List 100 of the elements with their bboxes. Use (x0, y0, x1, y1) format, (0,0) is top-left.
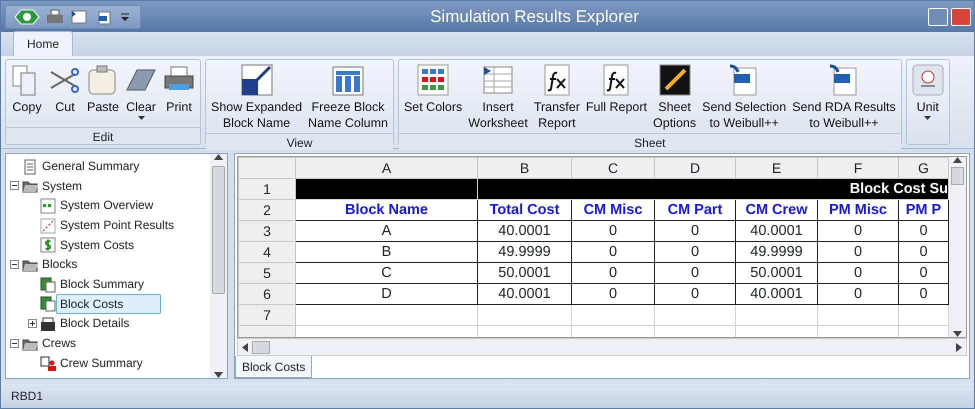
column-header: F (818, 158, 898, 178)
ribbon-button[interactable]: Send Selection to Weibull++ (699, 62, 790, 133)
table-header: Block Name (296, 200, 478, 220)
tree-item[interactable]: Crew Summary (56, 352, 147, 373)
tree-item[interactable]: Crews (38, 333, 80, 354)
table-cell: 50.0001 (478, 262, 572, 284)
ribbon-button[interactable]: Send RDA Results to Weibull++ (789, 62, 899, 133)
table-cell: 0 (654, 220, 736, 242)
collapse-icon[interactable] (10, 338, 19, 348)
sheet-tab[interactable]: Block Costs (235, 356, 312, 378)
ribbon-button[interactable]: Print (160, 62, 198, 117)
worksheet-icon[interactable] (70, 8, 88, 24)
sheet-title: Block Cost Su (478, 178, 948, 200)
scatter-line-icon (40, 218, 56, 234)
scroll-up-icon[interactable] (214, 154, 223, 160)
table-cell: D (296, 284, 478, 304)
tree-item[interactable]: Block Costs (56, 294, 161, 314)
tree-item[interactable]: System Point Results (56, 214, 178, 235)
table-header: CM Crew (736, 200, 818, 220)
table-cell: 0 (818, 262, 898, 284)
scroll-right-icon[interactable] (956, 342, 962, 352)
ribbon-button[interactable]: Sheet Options (650, 62, 700, 133)
ribbon-button[interactable]: Clear (122, 62, 160, 127)
tree-item[interactable]: Block Summary (56, 274, 148, 294)
tree-item[interactable]: Block Details (56, 313, 134, 334)
table-cell: 0 (818, 284, 898, 304)
tree-item[interactable]: System Costs (56, 234, 138, 255)
ribbon-tab[interactable]: Home (13, 31, 74, 56)
column-header: D (654, 158, 736, 178)
collapse-icon[interactable] (10, 260, 19, 269)
printer-icon (40, 316, 56, 332)
row-header: 5 (238, 262, 296, 284)
scrollbar-thumb[interactable] (212, 166, 225, 294)
table-cell: 0 (572, 242, 654, 262)
column-header: A (296, 158, 478, 178)
dollar-icon (40, 237, 56, 254)
table-cell: 40.0001 (478, 284, 572, 304)
table-header: Total Cost (478, 200, 572, 220)
printer-icon[interactable] (46, 8, 64, 24)
tree-item[interactable]: System Overview (56, 195, 158, 216)
row-header: 7 (238, 304, 296, 326)
scroll-up-icon[interactable] (953, 157, 962, 163)
ribbon-button[interactable]: Set Colors (400, 62, 466, 117)
collapse-icon[interactable] (10, 181, 19, 190)
window-title: Simulation Results Explorer (429, 6, 640, 28)
table-header: CM Part (654, 200, 736, 220)
ribbon-button[interactable]: Show Expanded Block Name (208, 62, 306, 133)
close-button[interactable] (951, 8, 971, 26)
app-logo-icon[interactable] (14, 8, 40, 26)
table-cell: 0 (654, 284, 736, 304)
tree-item[interactable]: System (38, 176, 86, 196)
ribbon-button[interactable]: Copy (8, 62, 46, 117)
group-label: View (206, 133, 393, 150)
table-cell: 0 (572, 220, 654, 242)
ribbon-button[interactable]: Freeze Block Name Column (305, 62, 391, 133)
ribbon-button[interactable]: Paste (84, 62, 122, 117)
scrollbar-thumb[interactable] (951, 167, 964, 185)
tree-item[interactable]: General Summary (38, 156, 144, 176)
column-header: E (736, 158, 818, 178)
restore-button[interactable] (928, 8, 948, 26)
tree-item[interactable]: Blocks (38, 254, 82, 274)
stacked-blocks-icon (40, 276, 56, 293)
row-header: 4 (238, 242, 296, 262)
pencil-icon (658, 64, 691, 96)
row-header: 1 (238, 178, 296, 200)
ribbon-button[interactable]: Transfer Report (530, 62, 583, 133)
table-cell: 0 (654, 242, 736, 262)
table-cell: 0 (572, 262, 654, 284)
column-header: G (898, 158, 948, 178)
ribbon-button[interactable]: Insert Worksheet (465, 62, 531, 133)
table-cell: 0 (654, 262, 736, 284)
group-label: Sheet (398, 133, 901, 150)
row-header: 6 (238, 284, 296, 304)
table-header: PM Misc (818, 200, 898, 220)
ribbon-button[interactable]: Cut (46, 62, 84, 117)
table-cell: C (296, 262, 478, 284)
table-cell: 0 (818, 220, 898, 242)
stacked-blocks-icon (40, 296, 56, 312)
ribbon-button[interactable]: Full Report (582, 62, 650, 117)
table-cell: 49.9999 (736, 242, 818, 262)
dotted-grid-icon (40, 198, 56, 214)
gauge-icon (912, 64, 944, 96)
table-header: CM Misc (572, 200, 654, 220)
crew-icon (40, 356, 56, 372)
table-cell: 40.0001 (736, 284, 818, 304)
scroll-left-icon[interactable] (242, 342, 248, 352)
table-cell: 0 (572, 284, 654, 304)
group-label: Edit (6, 127, 200, 144)
list-document-icon (22, 158, 38, 175)
table-cell: 50.0001 (736, 262, 818, 284)
worksheet-icon (482, 64, 514, 96)
scroll-down-icon[interactable] (214, 372, 223, 378)
expand-icon[interactable] (28, 318, 37, 328)
table-cell: 40.0001 (736, 220, 818, 242)
table-cell: 0 (818, 242, 898, 262)
column-header: C (572, 158, 654, 178)
table-cell: A (296, 220, 478, 242)
table-cell: 49.9999 (478, 242, 572, 262)
scrollbar-thumb[interactable] (252, 340, 270, 354)
row-header: 3 (238, 220, 296, 242)
